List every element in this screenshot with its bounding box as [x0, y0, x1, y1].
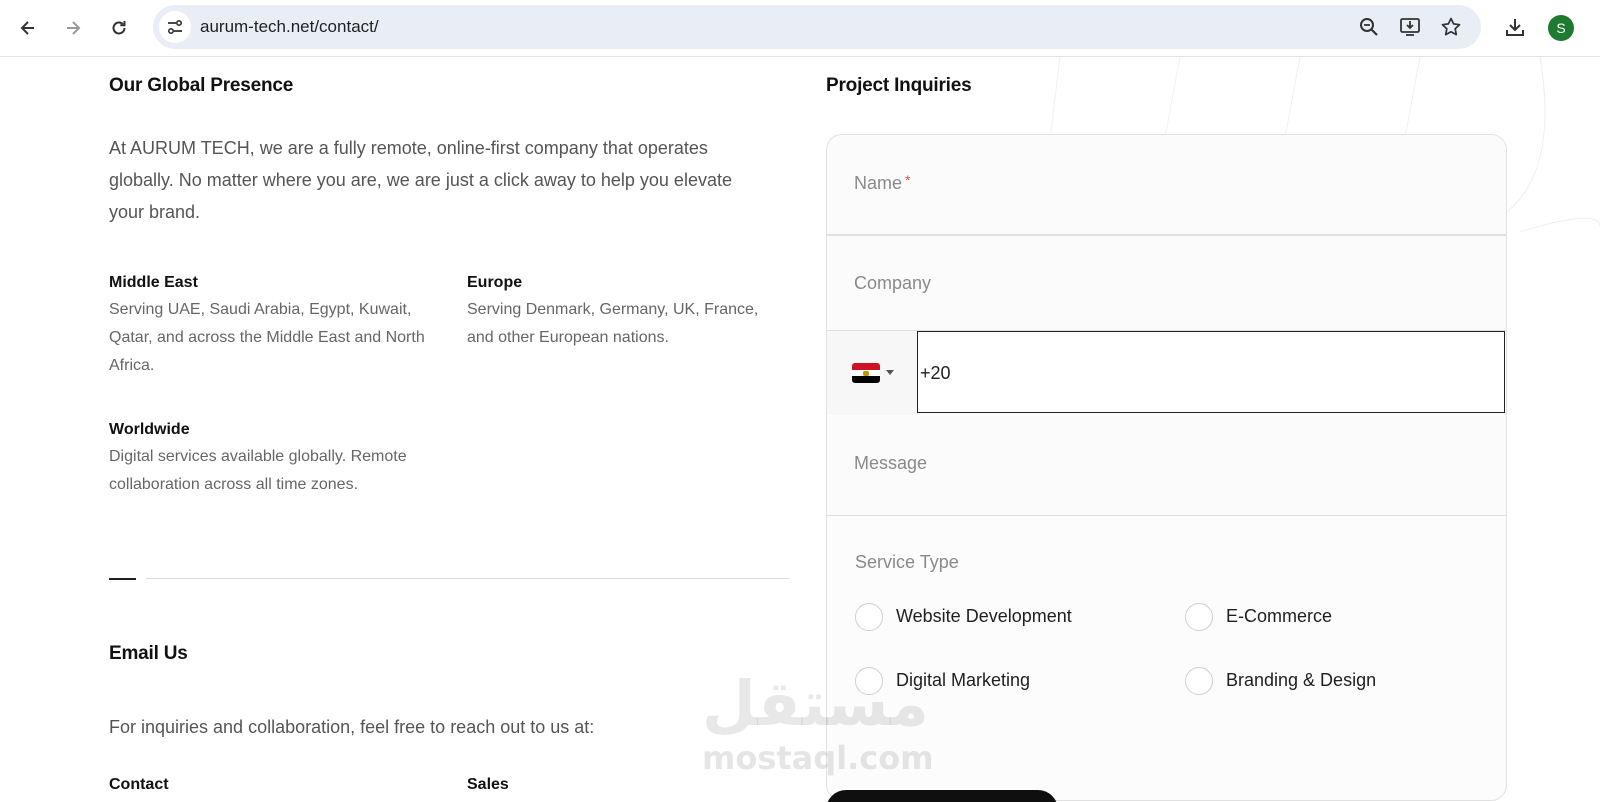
bookmark-star-icon — [1441, 17, 1461, 36]
radio-website-development[interactable] — [855, 603, 883, 631]
site-info-button[interactable] — [159, 11, 191, 43]
downloads-button[interactable] — [1502, 14, 1528, 40]
radio-branding-design[interactable] — [1185, 667, 1213, 695]
company-field[interactable]: Company — [827, 236, 1506, 331]
radio-label-branding-design[interactable]: Branding & Design — [1226, 670, 1376, 691]
section-divider — [146, 578, 789, 579]
contact-label: Contact — [109, 776, 169, 793]
chevron-down-icon — [886, 370, 894, 375]
presence-intro: At AURUM TECH, we are a fully remote, on… — [109, 138, 732, 222]
radio-label-e-commerce[interactable]: E-Commerce — [1226, 606, 1332, 627]
form-title: Project Inquiries — [826, 75, 972, 96]
egypt-flag-icon — [852, 363, 880, 383]
region-europe-text: Serving Denmark, Germany, UK, France, an… — [467, 301, 759, 346]
back-button[interactable] — [10, 10, 46, 46]
radio-e-commerce[interactable] — [1185, 603, 1213, 631]
watermark-latin: mostaql.com — [702, 739, 934, 777]
download-icon — [1506, 19, 1524, 36]
sales-label: Sales — [467, 776, 509, 793]
region-worldwide-title: Worldwide — [109, 421, 190, 438]
install-app-button[interactable] — [1398, 15, 1422, 39]
email-intro: For inquiries and collaboration, feel fr… — [109, 717, 595, 737]
message-underline — [827, 515, 1506, 516]
submit-button[interactable] — [826, 790, 1058, 802]
zoom-button[interactable] — [1357, 15, 1381, 39]
back-icon — [20, 21, 34, 35]
page-content: Our Global Presence At AURUM TECH, we ar… — [0, 57, 1600, 802]
name-field[interactable]: Name * — [827, 135, 1506, 235]
required-mark: * — [905, 172, 911, 188]
browser-toolbar: aurum-tech.net/contact/ S — [0, 0, 1600, 57]
phone-field: +20 — [827, 331, 1506, 415]
region-europe-title: Europe — [467, 274, 523, 291]
region-worldwide-text: Digital services available globally. Rem… — [109, 448, 407, 493]
url-text[interactable]: aurum-tech.net/contact/ — [200, 17, 379, 37]
install-app-icon — [1400, 18, 1420, 36]
service-type-label: Service Type — [855, 552, 959, 572]
company-label: Company — [854, 273, 932, 293]
watermark-arabic: مستقل — [702, 667, 929, 740]
section-divider-accent — [109, 578, 136, 580]
profile-avatar[interactable]: S — [1548, 15, 1574, 41]
region-middle-east-text: Serving UAE, Saudi Arabia, Egypt, Kuwait… — [109, 301, 425, 374]
message-label: Message — [854, 453, 928, 473]
address-bar[interactable]: aurum-tech.net/contact/ — [153, 5, 1481, 49]
forward-icon — [67, 21, 81, 35]
message-field[interactable]: Message — [827, 417, 1506, 517]
reload-icon — [112, 21, 126, 35]
forward-button[interactable] — [55, 10, 91, 46]
zoom-icon — [1360, 18, 1378, 36]
radio-label-website-development[interactable]: Website Development — [896, 606, 1072, 627]
reload-button[interactable] — [101, 10, 137, 46]
presence-title: Our Global Presence — [109, 75, 294, 96]
bookmark-button[interactable] — [1439, 15, 1463, 39]
site-info-icon — [167, 19, 183, 35]
name-label: Name * — [854, 172, 911, 193]
phone-input[interactable]: +20 — [917, 331, 1505, 413]
region-middle-east-title: Middle East — [109, 274, 198, 291]
country-selector[interactable] — [827, 331, 918, 415]
email-title: Email Us — [109, 643, 188, 664]
